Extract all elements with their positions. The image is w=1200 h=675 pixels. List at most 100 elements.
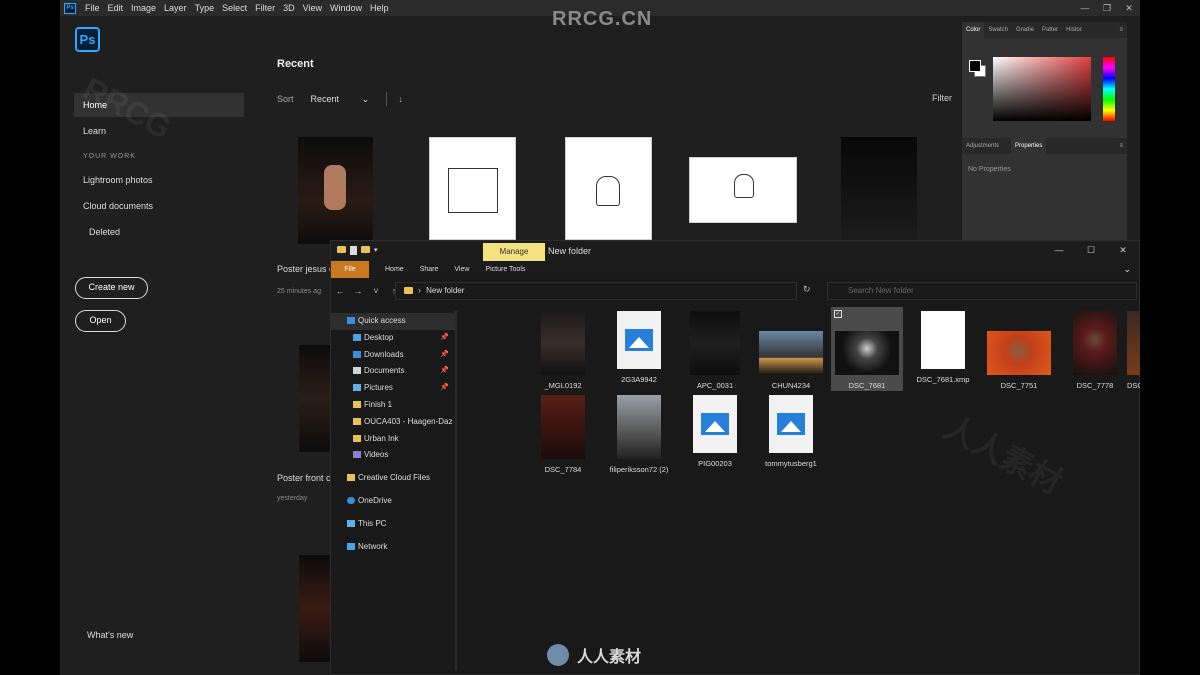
address-bar[interactable]: › New folder xyxy=(395,282,797,300)
tree-item-label: Videos xyxy=(364,450,389,460)
sort-row: Sort Recent ⌄ ↓ xyxy=(277,92,403,106)
tab-color[interactable]: Color xyxy=(962,22,985,38)
properties-panel-tabs: Adjustments Properties ≡ xyxy=(962,138,1127,154)
file-item[interactable]: tommytusberg1 xyxy=(755,393,827,468)
file-item[interactable]: _MGL0192 xyxy=(527,309,599,390)
chevron-down-icon[interactable]: ▾ xyxy=(374,246,378,255)
tab-adjustments[interactable]: Adjustments xyxy=(962,143,1003,149)
file-item[interactable]: DSC_7681.xmp xyxy=(907,309,979,384)
menu-image[interactable]: Image xyxy=(127,3,160,13)
panel-menu-icon[interactable]: ≡ xyxy=(1115,27,1127,33)
file-item[interactable]: DSC_7780 xyxy=(1127,309,1140,390)
recent-file-name[interactable]: Poster front c xyxy=(277,473,331,483)
ribbon-tab-file[interactable]: File xyxy=(331,261,369,278)
hue-slider[interactable] xyxy=(1103,57,1115,121)
sort-direction-icon[interactable]: ↓ xyxy=(399,94,404,104)
menu-view[interactable]: View xyxy=(299,3,326,13)
recent-file-thumbnail[interactable] xyxy=(299,345,332,452)
menu-3d[interactable]: 3D xyxy=(279,3,299,13)
file-item[interactable]: DSC_7784 xyxy=(527,393,599,474)
filter-link[interactable]: Filter xyxy=(932,93,952,103)
recent-heading: Recent xyxy=(277,58,314,70)
expand-ribbon-icon[interactable]: ⌄ xyxy=(1115,264,1139,275)
tab-properties[interactable]: Properties xyxy=(1011,138,1047,154)
tree-item-folder[interactable]: Finish 1 xyxy=(331,397,455,414)
tab-patterns[interactable]: Patter xyxy=(1038,27,1062,33)
tree-item-videos[interactable]: Videos xyxy=(331,447,455,464)
file-item[interactable]: 2G3A9942 xyxy=(603,309,675,384)
tree-item-folder[interactable]: Urban Ink xyxy=(331,431,455,448)
file-item-selected[interactable]: ✓ DSC_7681 xyxy=(831,307,903,391)
foreground-color-swatch[interactable] xyxy=(969,60,981,72)
ribbon-tab-share[interactable]: Share xyxy=(412,266,447,273)
recent-file-thumbnail[interactable] xyxy=(298,137,373,244)
menu-edit[interactable]: Edit xyxy=(104,3,128,13)
tab-history[interactable]: Histor xyxy=(1062,27,1086,33)
tree-item-folder[interactable]: OUCA403 - Haagen-Daz xyxy=(331,414,455,431)
close-button[interactable]: ✕ xyxy=(1118,0,1140,16)
manage-tab[interactable]: Manage xyxy=(483,243,545,261)
file-name: _MGL0192 xyxy=(544,381,582,390)
panel-menu-icon[interactable]: ≡ xyxy=(1115,143,1127,149)
watermark-rrcg: RRCG.CN xyxy=(552,8,653,30)
file-item[interactable]: CHUN4234 xyxy=(755,309,827,390)
minimize-button[interactable]: — xyxy=(1074,0,1096,16)
recent-file-thumbnail[interactable] xyxy=(429,137,516,240)
sort-dropdown[interactable]: Recent ⌄ xyxy=(311,94,386,105)
tree-item-network[interactable]: Network xyxy=(331,539,455,556)
nav-deleted[interactable]: Deleted xyxy=(74,220,244,244)
tree-item-onedrive[interactable]: OneDrive xyxy=(331,493,455,510)
checkbox[interactable]: ✓ xyxy=(834,310,842,318)
menu-file[interactable]: File xyxy=(81,3,104,13)
tab-gradients[interactable]: Gradie xyxy=(1012,27,1038,33)
recent-file-thumbnail[interactable] xyxy=(841,137,917,240)
ribbon-tab-picture-tools[interactable]: Picture Tools xyxy=(477,266,533,273)
tree-item-label: Quick access xyxy=(358,316,406,325)
nav-cloud-documents[interactable]: Cloud documents xyxy=(74,194,244,218)
open-button[interactable]: Open xyxy=(75,310,126,332)
nav-lightroom-photos[interactable]: Lightroom photos xyxy=(74,168,244,192)
menu-filter[interactable]: Filter xyxy=(251,3,279,13)
properties-icon[interactable] xyxy=(350,246,357,255)
tree-item-quick-access[interactable]: Quick access xyxy=(331,313,455,330)
menu-layer[interactable]: Layer xyxy=(160,3,191,13)
menu-help[interactable]: Help xyxy=(366,3,393,13)
navigation-pane-scrollbar[interactable] xyxy=(455,311,457,671)
tree-item-downloads[interactable]: Downloads 📌 xyxy=(331,347,455,364)
tree-item-pictures[interactable]: Pictures 📌 xyxy=(331,380,455,397)
recent-file-thumbnail[interactable] xyxy=(299,555,332,662)
minimize-button[interactable]: — xyxy=(1043,241,1075,259)
tab-swatches[interactable]: Swatch xyxy=(984,27,1012,33)
color-field[interactable] xyxy=(993,57,1091,121)
file-item[interactable]: filiperiksson72 (2) xyxy=(603,393,675,474)
recent-file-name[interactable]: Poster jesus c xyxy=(277,264,334,274)
back-button[interactable]: ← xyxy=(331,286,349,296)
maximize-button[interactable]: ☐ xyxy=(1075,241,1107,259)
tree-item-this-pc[interactable]: This PC xyxy=(331,516,455,533)
close-button[interactable]: ✕ xyxy=(1107,241,1139,259)
menu-window[interactable]: Window xyxy=(326,3,366,13)
menu-type[interactable]: Type xyxy=(191,3,219,13)
navigation-pane: Quick access Desktop 📌 Downloads 📌 Documen… xyxy=(331,313,455,555)
recent-file-thumbnail[interactable] xyxy=(689,157,797,223)
recent-file-thumbnail[interactable] xyxy=(565,137,652,240)
ribbon-tab-home[interactable]: Home xyxy=(377,266,412,273)
tree-item-creative-cloud-files[interactable]: Creative Cloud Files xyxy=(331,470,455,487)
whats-new-link[interactable]: What's new xyxy=(87,630,133,640)
ribbon-tab-view[interactable]: View xyxy=(446,266,477,273)
image-file-icon xyxy=(693,395,737,453)
file-item[interactable]: APC_0031 xyxy=(679,309,751,390)
file-item[interactable]: DSC_7751 xyxy=(983,309,1055,390)
new-folder-icon[interactable] xyxy=(361,246,370,253)
forward-button[interactable]: → xyxy=(349,286,367,296)
restore-button[interactable]: ❐ xyxy=(1096,0,1118,16)
recent-locations-button[interactable]: ˅ xyxy=(367,286,385,296)
refresh-icon[interactable]: ↻ xyxy=(803,284,811,295)
file-item[interactable]: DSC_7778 xyxy=(1059,309,1131,390)
search-input[interactable]: Search New folder xyxy=(827,282,1137,300)
tree-item-desktop[interactable]: Desktop 📌 xyxy=(331,330,455,347)
file-item[interactable]: PIG00203 xyxy=(679,393,751,468)
tree-item-documents[interactable]: Documents 📌 xyxy=(331,363,455,380)
create-new-button[interactable]: Create new xyxy=(75,277,148,299)
menu-select[interactable]: Select xyxy=(218,3,251,13)
